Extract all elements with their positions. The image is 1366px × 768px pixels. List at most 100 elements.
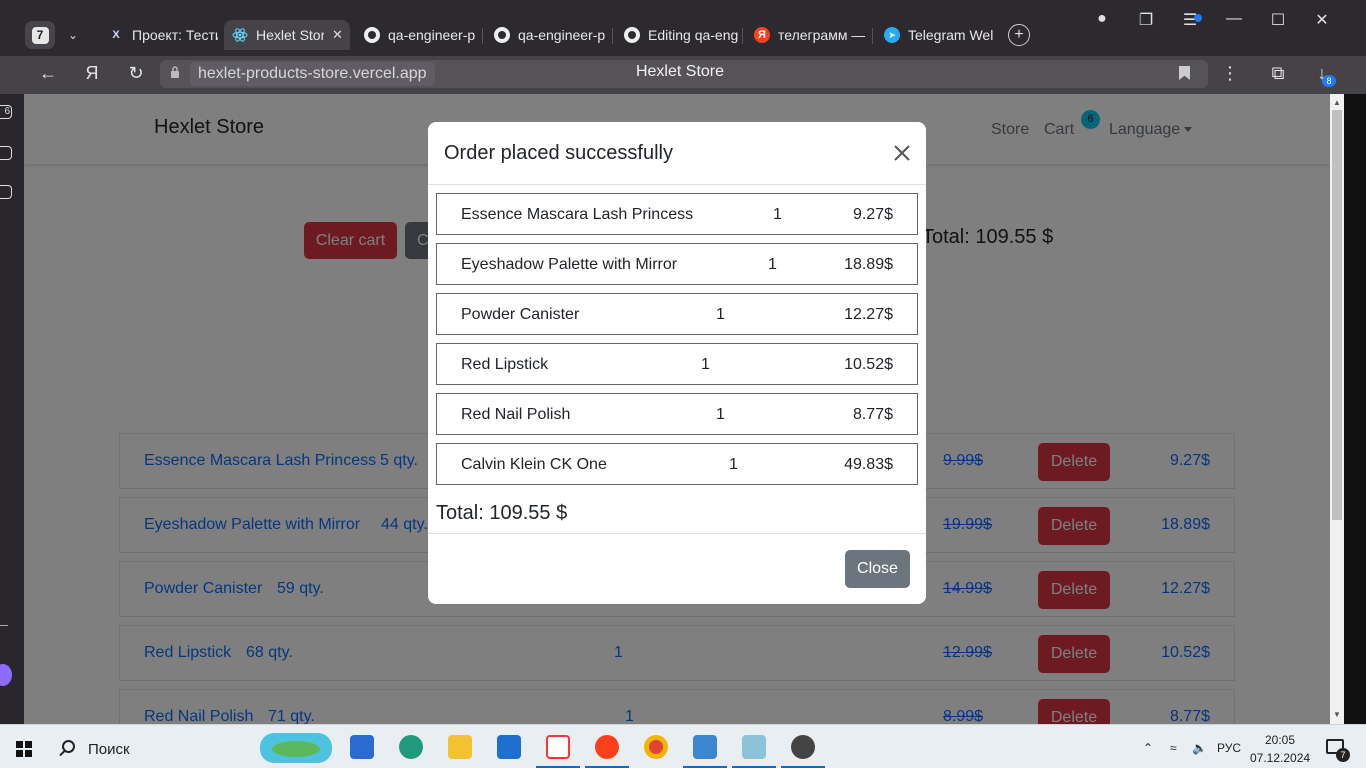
yandex-browser-icon[interactable]: [595, 735, 619, 759]
mail-icon[interactable]: [497, 735, 521, 759]
tab-telegram[interactable]: ➤ Telegram Wel: [876, 20, 998, 50]
close-tab-icon[interactable]: ✕: [332, 27, 343, 43]
order-item-qty: 1: [701, 356, 710, 373]
back-arrow-icon[interactable]: ←: [36, 63, 60, 84]
order-item: Eyeshadow Palette with Mirror 1 18.89$: [436, 243, 918, 285]
input-language[interactable]: РУС: [1217, 741, 1241, 755]
close-button[interactable]: Close: [845, 550, 910, 588]
store-icon[interactable]: [350, 735, 374, 759]
tab-strip: 7 ⌄ X Проект: Тести Hexlet Store ✕ qa-en…: [0, 0, 1366, 56]
tab-separator: [872, 28, 873, 44]
notification-dot: [1194, 14, 1202, 22]
tab-github-2[interactable]: qa-engineer-p: [486, 20, 608, 50]
react-icon: [232, 27, 248, 43]
scroll-up-icon[interactable]: ▲: [1332, 98, 1342, 108]
order-item-name: Eyeshadow Palette with Mirror: [461, 256, 678, 273]
github-icon: [364, 27, 380, 43]
yandex-music-icon[interactable]: [546, 735, 570, 759]
scrollbar-thumb[interactable]: [1332, 110, 1342, 520]
photos-icon[interactable]: [693, 735, 717, 759]
telegram-icon: ➤: [884, 27, 900, 43]
order-item-qty: 1: [716, 306, 725, 323]
tab-label: Editing qa-eng: [648, 27, 738, 43]
clock-time[interactable]: 20:05: [1256, 733, 1304, 747]
order-item: Essence Mascara Lash Princess 1 9.27$: [436, 193, 918, 235]
desktop-edge: [1344, 94, 1366, 724]
tab-label: телеграмм —: [778, 27, 866, 43]
order-item: Calvin Klein CK One 1 49.83$: [436, 443, 918, 485]
downloads-badge: 8: [1322, 75, 1336, 87]
volume-icon[interactable]: 🔈: [1192, 741, 1207, 755]
close-icon[interactable]: [893, 144, 911, 162]
chevron-up-icon[interactable]: ⌃: [1143, 741, 1153, 755]
reload-icon[interactable]: ↻: [124, 63, 148, 84]
order-total: Total: 109.55 $: [436, 502, 568, 524]
order-item-name: Essence Mascara Lash Princess: [461, 206, 694, 223]
calendar-icon[interactable]: 6: [0, 105, 12, 119]
search-icon[interactable]: [62, 740, 75, 753]
modal-divider: [428, 533, 926, 534]
lock-icon: [171, 66, 179, 78]
tab-separator: [612, 28, 613, 44]
camera-icon[interactable]: [0, 146, 12, 160]
close-window-button[interactable]: ✕: [1307, 10, 1337, 30]
tab-label: qa-engineer-p: [518, 27, 606, 43]
tab-label: Telegram Wel: [908, 27, 994, 43]
order-item-price: 8.77$: [852, 406, 893, 423]
collections-icon[interactable]: ❐: [1131, 10, 1161, 30]
order-item: Red Nail Polish 1 8.77$: [436, 393, 918, 435]
page-viewport: Hexlet Store Store Cart 6 Language Clear…: [24, 94, 1330, 724]
windows-start-icon[interactable]: [16, 741, 32, 757]
modal-divider: [428, 184, 926, 185]
tab-count: 7: [31, 26, 49, 44]
notes-icon[interactable]: [742, 735, 766, 759]
yandex-icon: Я: [754, 27, 770, 43]
alice-icon[interactable]: [0, 664, 12, 686]
github-icon: [494, 27, 510, 43]
tab-label: Проект: Тести: [132, 27, 218, 43]
order-item: Red Lipstick 1 10.52$: [436, 343, 918, 385]
order-item-qty: 1: [768, 256, 777, 273]
settings-gear-icon[interactable]: [791, 735, 815, 759]
tab-separator: [482, 28, 483, 44]
order-item-qty: 1: [773, 206, 782, 223]
order-item-name: Calvin Klein CK One: [461, 456, 607, 473]
url-domain[interactable]: hexlet-products-store.vercel.app: [190, 62, 435, 86]
tab-github-1[interactable]: qa-engineer-p: [356, 20, 476, 50]
tab-hexlet-store[interactable]: Hexlet Store ✕: [224, 20, 350, 50]
order-item-price: 18.89$: [844, 256, 893, 273]
search-highlight-image[interactable]: [260, 733, 332, 763]
order-item-price: 12.27$: [844, 306, 893, 323]
order-item-qty: 1: [729, 456, 738, 473]
order-item-name: Powder Canister: [461, 306, 580, 323]
yandex-home-icon[interactable]: Я: [80, 63, 104, 84]
apps-icon[interactable]: [0, 185, 12, 199]
wifi-icon[interactable]: ≈: [1170, 741, 1177, 755]
yandex-side-panel: 6: [0, 0, 24, 724]
tab-proekt[interactable]: X Проект: Тести: [100, 20, 218, 50]
modal-title: Order placed successfully: [444, 142, 673, 164]
edge-icon[interactable]: [399, 735, 423, 759]
tab-github-3[interactable]: Editing qa-eng: [616, 20, 738, 50]
tab-separator: [742, 28, 743, 44]
more-icon[interactable]: ⋮: [1218, 63, 1242, 84]
minimize-button[interactable]: —: [1219, 10, 1249, 28]
chevron-down-icon[interactable]: ⌄: [60, 21, 86, 49]
extensions-icon[interactable]: ⧉: [1266, 63, 1290, 84]
taskbar-search-label[interactable]: Поиск: [88, 741, 130, 758]
order-item: Powder Canister 1 12.27$: [436, 293, 918, 335]
maximize-button[interactable]: ☐: [1263, 10, 1293, 30]
order-item-price: 49.83$: [844, 456, 893, 473]
order-item-name: Red Nail Polish: [461, 406, 571, 423]
profile-icon[interactable]: ●: [1087, 10, 1117, 28]
order-item-qty: 1: [716, 406, 725, 423]
file-explorer-icon[interactable]: [448, 735, 472, 759]
panel-divider: [0, 625, 8, 626]
scroll-down-icon[interactable]: ▼: [1332, 710, 1342, 720]
clock-date[interactable]: 07.12.2024: [1250, 751, 1310, 765]
tab-count-button[interactable]: 7: [25, 21, 55, 49]
new-tab-button[interactable]: +: [1008, 24, 1030, 46]
windows-taskbar: Поиск ⌃ ≈ 🔈 РУС 20:05 07.12.2024 7: [0, 724, 1366, 768]
tab-yandex[interactable]: Я телеграмм —: [746, 20, 868, 50]
chrome-icon[interactable]: [644, 735, 668, 759]
